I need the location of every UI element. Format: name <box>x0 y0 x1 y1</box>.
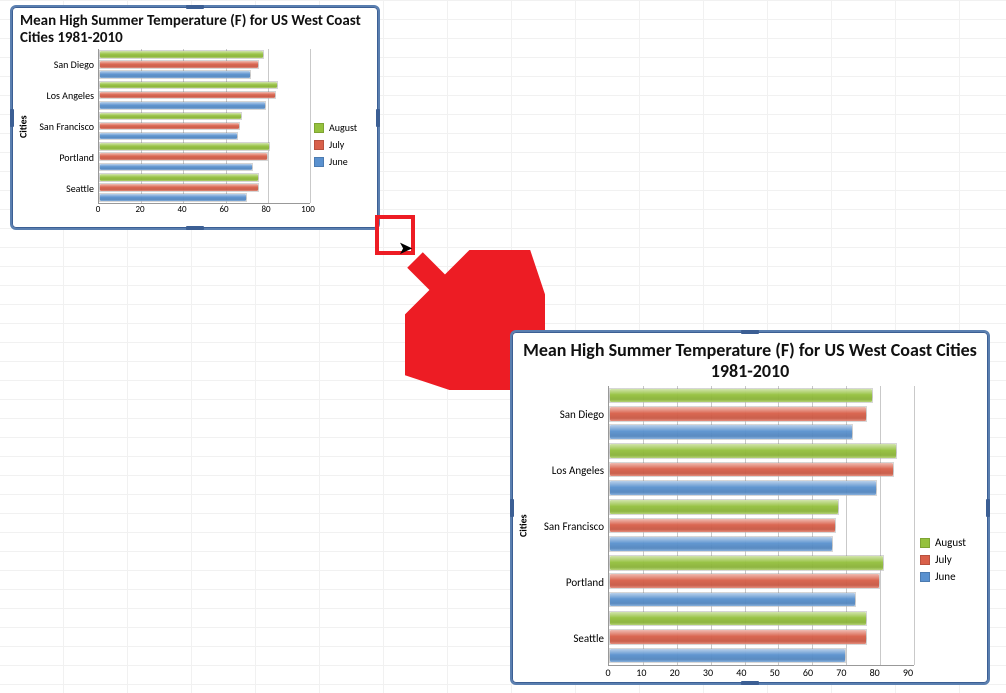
bar <box>99 91 276 100</box>
resize-handle-left[interactable] <box>10 109 14 127</box>
legend: August July June <box>920 532 980 587</box>
resize-handle-left[interactable] <box>510 499 514 517</box>
bar <box>99 101 266 110</box>
bar <box>99 163 253 172</box>
bar <box>609 424 853 440</box>
bar <box>99 122 240 131</box>
bar <box>609 443 897 459</box>
bar <box>99 173 259 182</box>
bar <box>99 152 268 161</box>
bar <box>609 611 867 627</box>
resize-handle-top[interactable] <box>186 5 204 9</box>
resize-handle-right[interactable] <box>376 109 380 127</box>
chart-title: Mean High Summer Temperature (F) for US … <box>12 7 378 47</box>
resize-handle-bottom[interactable] <box>186 226 204 230</box>
bar <box>99 81 278 90</box>
y-axis-categories: San Diego Los Angeles San Francisco Port… <box>530 386 608 666</box>
y-axis-categories: San Diego Los Angeles San Francisco Port… <box>30 49 98 204</box>
bar <box>609 480 877 496</box>
bar <box>609 629 867 645</box>
bar <box>609 555 884 571</box>
legend: August July June <box>314 117 372 172</box>
x-axis-ticks: 0102030405060708090 <box>608 666 908 682</box>
chart-title: Mean High Summer Temperature (F) for US … <box>512 332 988 382</box>
bar <box>609 462 894 478</box>
plot-area <box>608 386 914 666</box>
bar <box>609 592 856 608</box>
bar <box>99 50 264 59</box>
cursor-icon: ➤ <box>398 237 413 259</box>
bar <box>609 518 836 534</box>
bar <box>99 183 259 192</box>
bar <box>609 536 833 552</box>
chart-big[interactable]: Mean High Summer Temperature (F) for US … <box>510 330 990 685</box>
y-axis-label: Cities <box>16 49 30 204</box>
bar <box>609 648 846 664</box>
bar <box>609 388 873 404</box>
bar <box>99 132 238 141</box>
bar <box>609 406 867 422</box>
resize-handle-top[interactable] <box>741 330 759 334</box>
bar <box>99 142 270 151</box>
bar <box>99 60 259 69</box>
bar <box>99 193 247 202</box>
chart-small[interactable]: Mean High Summer Temperature (F) for US … <box>10 5 380 230</box>
bar <box>99 112 242 121</box>
x-axis-ticks: 020406080100 <box>98 204 308 218</box>
bar <box>99 70 251 79</box>
y-axis-label: Cities <box>516 386 530 666</box>
plot-area <box>98 49 310 204</box>
bar <box>609 573 880 589</box>
resize-handle-right[interactable] <box>986 499 990 517</box>
bar <box>609 499 839 515</box>
